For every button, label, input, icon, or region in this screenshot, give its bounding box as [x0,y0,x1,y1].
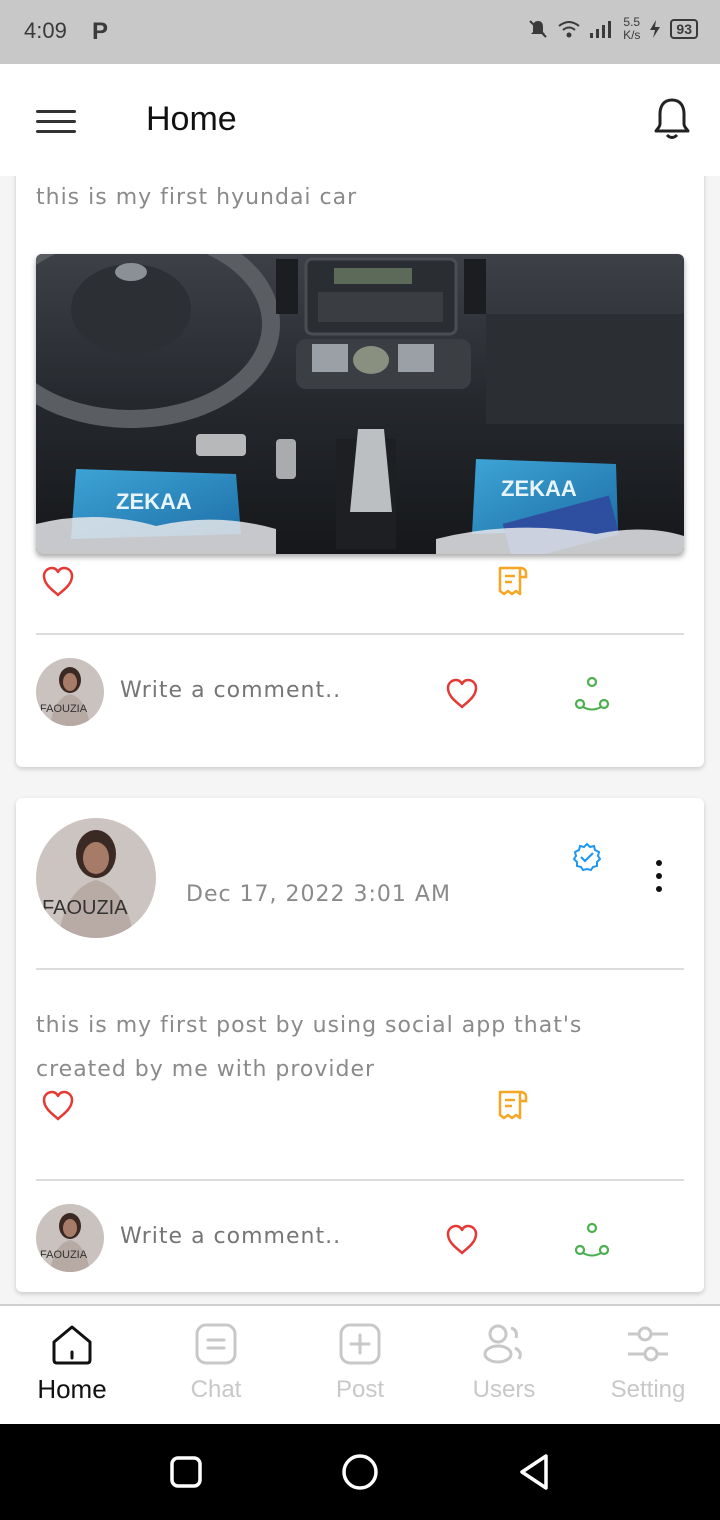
nav-home[interactable]: Home [0,1306,144,1424]
settings-sliders-icon [628,1326,668,1362]
divider [36,1179,684,1181]
avatar[interactable]: FAOUZIA [36,658,104,726]
nav-setting[interactable]: Setting [576,1306,720,1424]
nav-users[interactable]: Users [432,1306,576,1424]
home-circle-icon[interactable] [340,1452,380,1492]
mute-icon [529,20,547,38]
svg-text:FAOUZIA: FAOUZIA [40,1249,88,1261]
comment-receipt-icon[interactable] [494,1088,530,1124]
post-card: FAOUZIA Dec 17, 2022 3:01 AM this is my … [16,798,704,1292]
chat-icon [195,1323,237,1365]
comment-input[interactable] [120,1224,420,1249]
battery-indicator: 93 [670,19,698,39]
nav-label: Setting [610,1376,686,1403]
like-heart-icon[interactable] [40,564,76,600]
hamburger-icon[interactable] [36,110,76,133]
nav-label: Post [335,1376,385,1403]
svg-text:FAOUZIA: FAOUZIA [40,703,88,715]
avatar[interactable]: FAOUZIA [36,818,156,938]
mat-label-left: ZEKAA [116,489,192,514]
like-heart-icon[interactable] [444,1222,480,1258]
mat-label-right: ZEKAA [501,476,577,501]
nav-post[interactable]: Post [288,1306,432,1424]
avatar[interactable]: FAOUZIA [36,1204,104,1272]
post-date: Dec 17, 2022 3:01 AM [186,882,451,907]
car-interior-photo: ZEKAA ZEKAA [36,254,684,554]
post-card: this is my first hyundai car ZEKAA ZEKAA… [16,176,704,767]
divider [36,968,684,970]
users-icon [483,1324,522,1364]
bell-icon[interactable] [652,96,692,142]
system-navigation-bar [0,1424,720,1520]
status-bar: 4:09 P 5.5 K/s 93 [0,0,720,64]
signal-icon [590,21,612,38]
recent-apps-icon[interactable] [168,1454,204,1490]
share-icon[interactable] [574,676,610,712]
post-text: this is my first hyundai car [36,185,358,210]
comment-input[interactable] [120,678,420,703]
app-bar: Home [0,64,720,176]
nav-label: Users [472,1376,536,1403]
comment-receipt-icon[interactable] [494,564,530,600]
like-heart-icon[interactable] [444,676,480,712]
feed[interactable]: this is my first hyundai car ZEKAA ZEKAA… [0,176,720,1304]
parking-notification-icon: P [92,18,109,45]
network-speed: 5.5 K/s [623,15,641,42]
home-icon [52,1325,92,1365]
post-text: this is my first post by using social ap… [36,1013,583,1082]
more-options-icon[interactable] [652,860,666,896]
share-icon[interactable] [574,1222,610,1258]
nav-chat[interactable]: Chat [144,1306,288,1424]
verified-badge-icon [572,842,602,872]
avatar-logo-text: FAOUZIA [42,897,128,919]
bottom-nav: Home Chat Post Users Setting [0,1304,720,1424]
back-triangle-icon[interactable] [516,1452,552,1492]
wifi-icon [558,21,580,38]
charging-icon [650,20,661,38]
divider [36,633,684,635]
status-icons: 5.5 K/s 93 [527,16,698,42]
page-title: Home [146,100,237,138]
add-post-icon [339,1323,381,1365]
nav-label: Chat [190,1376,242,1403]
nav-label: Home [37,1374,107,1404]
post-image[interactable]: ZEKAA ZEKAA [36,254,684,554]
like-heart-icon[interactable] [40,1088,76,1124]
status-time: 4:09 [24,18,67,43]
